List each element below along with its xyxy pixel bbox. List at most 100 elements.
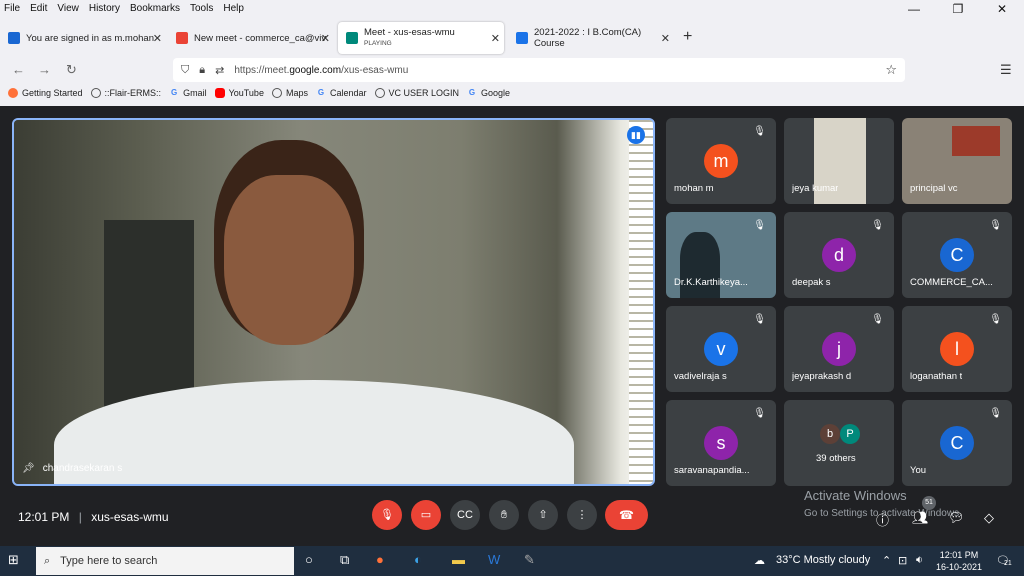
present-button[interactable]: ⇧ xyxy=(528,500,558,530)
menu-tools[interactable]: Tools xyxy=(190,3,213,14)
tab-title: Meet - xus-esas-wmu xyxy=(364,27,455,38)
task-view-icon[interactable]: ⧉ xyxy=(340,552,349,568)
tab-course[interactable]: 2021-2022 : I B.Com(CA) Course ✕ xyxy=(508,26,674,50)
participant-tile[interactable]: 🎙︎ C COMMERCE_CA... xyxy=(902,212,1012,298)
raise-hand-button[interactable]: ✋︎ xyxy=(489,500,519,530)
participant-name: COMMERCE_CA... xyxy=(910,277,993,288)
speaker-face xyxy=(224,175,354,345)
forward-button[interactable]: → xyxy=(38,62,51,77)
lock-icon[interactable]: 🔒︎ xyxy=(199,64,205,77)
captions-button[interactable]: CC xyxy=(450,500,480,530)
bookmark-maps[interactable]: Maps xyxy=(271,88,308,98)
close-window-button[interactable]: ✕ xyxy=(980,2,1024,16)
participant-tile[interactable]: 🎙︎ j jeyaprakash d xyxy=(784,306,894,392)
participant-name: jeyaprakash d xyxy=(792,371,852,382)
windows-start-icon[interactable]: ⊞ xyxy=(8,552,19,568)
bookmark-label: Gmail xyxy=(183,88,207,98)
activities-icon[interactable]: ◇ xyxy=(984,510,994,526)
bookmark-star-icon[interactable]: ☆ xyxy=(885,62,897,78)
menu-bookmarks[interactable]: Bookmarks xyxy=(130,3,180,14)
network-icon[interactable]: ⊡ xyxy=(898,554,907,567)
meeting-details-icon[interactable]: ⓘ xyxy=(876,510,889,529)
others-count: 39 others xyxy=(816,453,856,464)
participant-tile[interactable]: principal vc xyxy=(902,118,1012,204)
menu-history[interactable]: History xyxy=(89,3,120,14)
close-tab-icon[interactable]: ✕ xyxy=(491,32,500,45)
bookmark-youtube[interactable]: YouTube xyxy=(214,88,264,98)
reload-button[interactable]: ↻ xyxy=(66,62,77,78)
cortana-icon[interactable]: ○ xyxy=(305,552,313,567)
tab-meet[interactable]: Meet - xus-esas-wmu PLAYING ✕ xyxy=(338,22,504,54)
tab-strip: You are signed in as m.mohan ✕ New meet … xyxy=(0,20,1024,56)
bookmark-label: VC USER LOGIN xyxy=(388,88,460,98)
participant-tile[interactable]: 🎙︎ l loganathan t xyxy=(902,306,1012,392)
new-tab-button[interactable]: + xyxy=(683,28,692,46)
globe-icon xyxy=(90,88,101,98)
clock-date: 16-10-2021 xyxy=(936,562,983,572)
participant-tile[interactable]: 🎙︎ v vadivelraja s xyxy=(666,306,776,392)
leave-call-button[interactable]: ☎ xyxy=(605,500,648,530)
participant-tile[interactable]: jeya kumar xyxy=(784,118,894,204)
back-button[interactable]: ← xyxy=(12,62,25,77)
participant-tile[interactable]: 🎙︎ s saravanapandia... xyxy=(666,400,776,486)
participant-tile[interactable]: 🎙︎ m mohan m xyxy=(666,118,776,204)
google-icon: G xyxy=(468,88,476,97)
address-bar[interactable]: ⛉ 🔒︎ ⇄ https://meet. google.com/xus-esas-… xyxy=(173,58,905,82)
search-icon: ⌕ xyxy=(44,554,51,567)
shield-icon[interactable]: ⛉ xyxy=(181,64,189,77)
minimize-button[interactable]: — xyxy=(892,2,936,16)
menu-file[interactable]: File xyxy=(4,3,20,14)
bookmark-vc-user-login[interactable]: VC USER LOGIN xyxy=(374,88,460,98)
pin-icon[interactable]: 📌︎ xyxy=(22,463,35,474)
firefox-icon[interactable]: ● xyxy=(376,552,384,567)
word-icon[interactable]: W xyxy=(488,552,500,567)
participant-tile[interactable]: 🎙︎ d deepak s xyxy=(784,212,894,298)
menu-icon[interactable]: ☰ xyxy=(1000,62,1012,78)
close-tab-icon[interactable]: ✕ xyxy=(153,32,162,45)
window-controls: — ❐ ✕ xyxy=(892,2,1024,16)
avatar: l xyxy=(940,332,974,366)
mic-toggle-button[interactable]: 🎙︎ xyxy=(372,500,402,530)
self-tile[interactable]: 🎙︎ C You xyxy=(902,400,1012,486)
avatar: m xyxy=(704,144,738,178)
navigation-bar: ← → ↻ ⛉ 🔒︎ ⇄ https://meet. google.com/xus… xyxy=(0,58,1024,82)
volume-icon[interactable]: 🔉︎ xyxy=(916,554,923,567)
tab-gmail[interactable]: New meet - commerce_ca@viv ✕ xyxy=(168,26,334,50)
camera-toggle-button[interactable]: ▭ xyxy=(411,500,441,530)
participant-name: principal vc xyxy=(910,183,958,194)
permissions-icon[interactable]: ⇄ xyxy=(215,64,224,77)
bookmark-google[interactable]: G Google xyxy=(467,88,510,98)
taskbar-clock[interactable]: 12:01 PM 16-10-2021 xyxy=(936,549,982,573)
bookmark-gmail[interactable]: G Gmail xyxy=(169,88,207,98)
main-speaker-video[interactable]: ▮▮ 📌︎ chandrasekaran s xyxy=(12,118,655,486)
bookmark-label: Getting Started xyxy=(22,88,83,98)
taskbar-search[interactable]: ⌕ Type here to search xyxy=(36,547,294,575)
more-options-button[interactable]: ⋮ xyxy=(567,500,597,530)
menu-edit[interactable]: Edit xyxy=(30,3,47,14)
maximize-button[interactable]: ❐ xyxy=(936,2,980,16)
avatar: P xyxy=(840,424,860,444)
edge-icon[interactable]: ◐ xyxy=(414,552,422,567)
weather-text[interactable]: 33°C Mostly cloudy xyxy=(776,554,870,566)
file-explorer-icon[interactable]: ▬ xyxy=(452,552,465,567)
google-icon: G xyxy=(170,88,178,97)
meeting-controls-bar: 12:01 PM | xus-esas-wmu 🎙︎ ▭ CC ✋︎ ⇧ ⋮ ☎… xyxy=(0,488,1024,544)
people-icon[interactable]: 👥︎ xyxy=(912,510,929,526)
menu-help[interactable]: Help xyxy=(223,3,244,14)
paint-icon[interactable]: ✎ xyxy=(524,552,535,568)
bookmark-flair-erms[interactable]: ::Flair-ERMS:: xyxy=(90,88,162,98)
bookmark-getting-started[interactable]: Getting Started xyxy=(8,88,83,98)
participant-name: saravanapandia... xyxy=(674,465,750,476)
close-tab-icon[interactable]: ✕ xyxy=(321,32,330,45)
chat-icon[interactable]: 💬︎ xyxy=(948,510,965,526)
bookmark-label: ::Flair-ERMS:: xyxy=(104,88,162,98)
others-tile[interactable]: b P 39 others xyxy=(784,400,894,486)
globe-icon xyxy=(271,88,282,98)
bookmark-calendar[interactable]: G Calendar xyxy=(316,88,367,98)
tray-chevron-icon[interactable]: ⌃ xyxy=(882,554,891,567)
participant-tile[interactable]: 🎙︎ Dr.K.Karthikeya... xyxy=(666,212,776,298)
tab-signed-in[interactable]: You are signed in as m.mohan ✕ xyxy=(0,26,166,50)
menu-view[interactable]: View xyxy=(57,3,79,14)
close-tab-icon[interactable]: ✕ xyxy=(661,32,670,45)
separator: | xyxy=(78,510,82,524)
